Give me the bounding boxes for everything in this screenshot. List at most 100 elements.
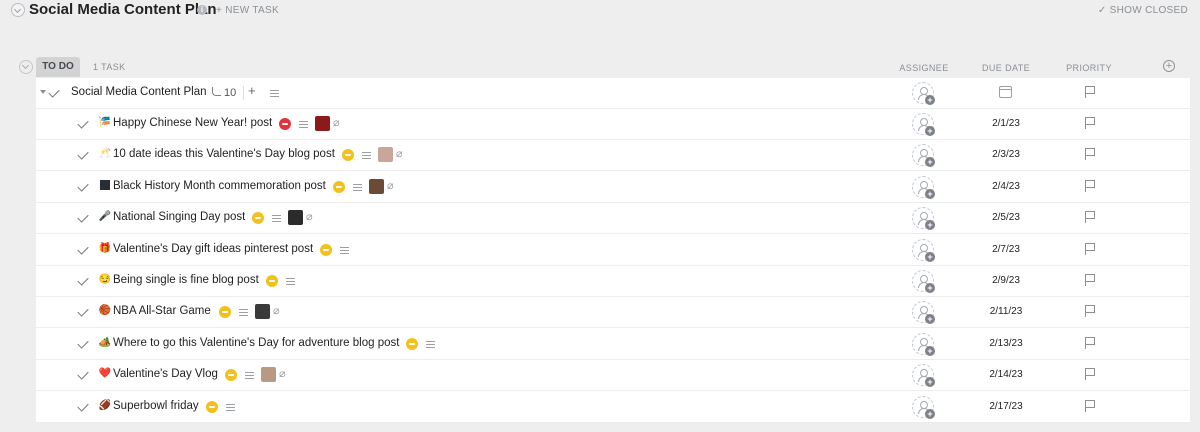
due-date[interactable]: 2/13/23 <box>976 338 1036 349</box>
complete-check-icon[interactable] <box>77 274 89 286</box>
paperclip-icon[interactable]: ⌀ <box>306 212 316 223</box>
description-icon[interactable] <box>270 90 279 97</box>
assignee-avatar[interactable]: + <box>912 239 935 262</box>
description-icon[interactable] <box>426 341 435 348</box>
status-icon[interactable] <box>333 181 345 193</box>
priority-flag-icon[interactable] <box>1085 305 1095 317</box>
due-date[interactable]: 2/14/23 <box>976 369 1036 380</box>
assignee-avatar[interactable]: + <box>912 301 935 324</box>
assignee-avatar[interactable]: + <box>912 396 935 419</box>
due-date[interactable]: 2/5/23 <box>976 212 1036 223</box>
status-icon[interactable] <box>206 401 218 413</box>
task-name[interactable]: Valentine's Day Vlog <box>113 368 218 380</box>
attachment-thumbnail[interactable] <box>369 179 384 194</box>
due-date[interactable]: 2/17/23 <box>976 401 1036 412</box>
description-icon[interactable] <box>286 278 295 285</box>
assignee-avatar[interactable]: + <box>912 82 935 105</box>
complete-check-icon[interactable] <box>77 368 89 380</box>
assignee-avatar[interactable]: + <box>912 176 935 199</box>
due-date[interactable]: 2/7/23 <box>976 244 1036 255</box>
column-header-due-date[interactable]: DUE DATE <box>976 63 1036 73</box>
collapse-group-icon[interactable] <box>19 60 33 74</box>
status-icon[interactable] <box>252 212 264 224</box>
priority-flag-icon[interactable] <box>1085 211 1095 223</box>
task-name[interactable]: National Singing Day post <box>113 211 245 223</box>
assignee-avatar[interactable]: + <box>912 270 935 293</box>
task-name[interactable]: Black History Month commemoration post <box>113 180 326 192</box>
status-group-label[interactable]: TO DO <box>36 57 80 77</box>
column-header-priority[interactable]: PRIORITY <box>1062 63 1116 73</box>
task-name[interactable]: Being single is fine blog post <box>113 274 259 286</box>
task-name[interactable]: Superbowl friday <box>113 400 199 412</box>
table-row[interactable]: 🥂 10 date ideas this Valentine's Day blog… <box>36 140 1190 171</box>
description-icon[interactable] <box>239 309 248 316</box>
assignee-avatar[interactable]: + <box>912 333 935 356</box>
table-row[interactable]: ❤️ Valentine's Day Vlog ⌀ +2/14/23 <box>36 360 1190 391</box>
attachment-thumbnail[interactable] <box>378 147 393 162</box>
complete-check-icon[interactable] <box>77 243 89 255</box>
attachment-thumbnail[interactable] <box>255 304 270 319</box>
description-icon[interactable] <box>272 215 281 222</box>
due-date[interactable]: 2/11/23 <box>976 306 1036 317</box>
task-name[interactable]: Social Media Content Plan <box>71 86 207 98</box>
priority-flag-icon[interactable] <box>1085 337 1095 349</box>
priority-flag-icon[interactable] <box>1085 368 1095 380</box>
subtask-count-button[interactable]: 10 <box>212 84 240 102</box>
task-name[interactable]: 10 date ideas this Valentine's Day blog … <box>113 148 335 160</box>
expand-subtasks-icon[interactable] <box>40 90 46 94</box>
due-date[interactable]: 2/9/23 <box>976 275 1036 286</box>
description-icon[interactable] <box>362 152 371 159</box>
description-icon[interactable] <box>353 184 362 191</box>
task-name[interactable]: Happy Chinese New Year! post <box>113 117 272 129</box>
priority-flag-icon[interactable] <box>1085 148 1095 160</box>
assignee-avatar[interactable]: + <box>912 364 935 387</box>
complete-check-icon[interactable] <box>77 337 89 349</box>
paperclip-icon[interactable]: ⌀ <box>333 118 343 129</box>
complete-check-icon[interactable] <box>77 211 89 223</box>
status-icon[interactable] <box>279 118 291 130</box>
collapse-list-icon[interactable] <box>11 3 25 17</box>
status-icon[interactable] <box>225 369 237 381</box>
priority-flag-icon[interactable] <box>1085 400 1095 412</box>
priority-flag-icon[interactable] <box>1085 243 1095 255</box>
description-icon[interactable] <box>299 121 308 128</box>
column-header-assignee[interactable]: ASSIGNEE <box>895 63 953 73</box>
priority-flag-icon[interactable] <box>1085 274 1095 286</box>
table-row[interactable]: 🏿 Black History Month commemoration post ⌀… <box>36 172 1190 203</box>
due-date[interactable]: 2/4/23 <box>976 181 1036 192</box>
task-name[interactable]: Where to go this Valentine's Day for adv… <box>113 337 399 349</box>
status-icon[interactable] <box>320 244 332 256</box>
complete-check-icon[interactable] <box>77 305 89 317</box>
add-subtask-button[interactable]: + <box>248 83 256 98</box>
table-row[interactable]: 🏈 Superbowl friday +2/17/23 <box>36 392 1190 423</box>
paperclip-icon[interactable]: ⌀ <box>273 306 283 317</box>
table-row[interactable]: 🎏 Happy Chinese New Year! post ⌀ +2/1/23 <box>36 109 1190 140</box>
status-icon[interactable] <box>406 338 418 350</box>
status-icon[interactable] <box>266 275 278 287</box>
description-icon[interactable] <box>245 372 254 379</box>
attachment-thumbnail[interactable] <box>315 116 330 131</box>
table-row[interactable]: 🎤 National Singing Day post ⌀ +2/5/23 <box>36 203 1190 234</box>
status-icon[interactable] <box>219 306 231 318</box>
status-icon[interactable] <box>342 149 354 161</box>
complete-check-icon[interactable] <box>77 400 89 412</box>
paperclip-icon[interactable]: ⌀ <box>279 369 289 380</box>
complete-check-icon[interactable] <box>48 86 60 98</box>
info-icon[interactable]: i <box>197 5 207 15</box>
priority-flag-icon[interactable] <box>1085 117 1095 129</box>
table-row[interactable]: 🏕️ Where to go this Valentine's Day for a… <box>36 329 1190 360</box>
add-column-button[interactable]: + <box>1163 60 1175 72</box>
table-row[interactable]: 🎁 Valentine's Day gift ideas pinterest po… <box>36 235 1190 266</box>
assignee-avatar[interactable]: + <box>912 113 935 136</box>
complete-check-icon[interactable] <box>77 117 89 129</box>
table-row-parent-task[interactable]: Social Media Content Plan 10 + + <box>36 78 1190 109</box>
assignee-avatar[interactable]: + <box>912 207 935 230</box>
new-task-button[interactable]: + NEW TASK <box>216 5 279 16</box>
paperclip-icon[interactable]: ⌀ <box>396 149 406 160</box>
description-icon[interactable] <box>226 404 235 411</box>
task-name[interactable]: NBA All-Star Game <box>113 305 211 317</box>
complete-check-icon[interactable] <box>77 148 89 160</box>
attachment-thumbnail[interactable] <box>288 210 303 225</box>
attachment-thumbnail[interactable] <box>261 367 276 382</box>
calendar-icon[interactable] <box>999 86 1012 98</box>
